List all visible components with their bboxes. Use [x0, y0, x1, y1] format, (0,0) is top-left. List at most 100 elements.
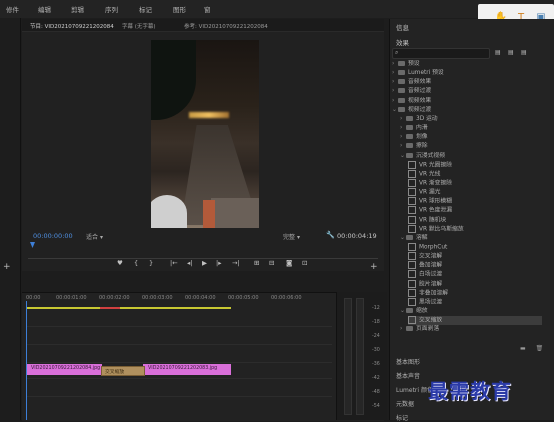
tab-captions[interactable]: 字幕 (无字幕)	[122, 22, 156, 30]
effect-item[interactable]: VR 随机块	[408, 215, 542, 225]
menu-item-graphics[interactable]: 图形	[173, 4, 186, 14]
effect-label: 内滑	[416, 125, 428, 132]
menu-item-window[interactable]: 窗	[204, 4, 211, 14]
step-forward-icon[interactable]: |▸	[216, 259, 221, 267]
effect-folder[interactable]: ⌄ 溶解	[400, 234, 542, 243]
effect-folder[interactable]: › 3D 运动	[400, 115, 542, 124]
effects-panel-title[interactable]: 效果	[396, 37, 409, 47]
effect-label: 沉浸式视频	[416, 152, 445, 159]
go-to-out-icon[interactable]: →|	[232, 259, 240, 267]
export-frame-icon[interactable]: ◙	[286, 259, 292, 267]
32bit-effects-icon[interactable]: ▤	[508, 49, 516, 56]
effect-item[interactable]: VR 球形模糊	[408, 197, 542, 206]
effect-label: 交叉溶解	[419, 253, 443, 260]
accelerated-effects-icon[interactable]: ▤	[495, 49, 503, 56]
lift-icon[interactable]: ⊞	[254, 259, 259, 267]
transition-label: 交叉缩放	[105, 370, 125, 375]
go-to-in-icon[interactable]: |←	[170, 259, 178, 267]
timeline-clip-b[interactable]: VID20210709221202083.jpg	[143, 364, 231, 375]
effects-search-input[interactable]: ⌕	[392, 48, 490, 59]
effect-folder[interactable]: ⌄ 视频过渡	[392, 106, 542, 115]
add-icon[interactable]: +	[3, 262, 11, 272]
yuv-effects-icon[interactable]: ▤	[521, 49, 529, 56]
play-icon[interactable]: ▶	[202, 259, 207, 267]
video-handle	[203, 200, 215, 228]
effect-label: 缩放	[416, 308, 428, 315]
effect-folder[interactable]: › 页面剥落	[400, 325, 542, 334]
menu-item-marker[interactable]: 标记	[139, 4, 152, 14]
marker-icon[interactable]: ♥	[117, 259, 123, 267]
effect-label: VR 随机块	[419, 217, 447, 224]
add-button-icon[interactable]: +	[370, 262, 378, 272]
transition-effect-icon	[408, 270, 416, 279]
effect-label: 视频效果	[408, 97, 432, 104]
panel-essential-graphics[interactable]: 基本图形	[396, 357, 420, 366]
effect-folder[interactable]: › 预设	[392, 60, 542, 69]
effect-folder[interactable]: › 音频效果	[392, 78, 542, 87]
cross-zoom-transition[interactable]: 交叉缩放	[101, 366, 145, 376]
effect-item[interactable]: MorphCut	[408, 243, 542, 252]
effect-label: 视频过渡	[408, 106, 432, 113]
chevron-down-icon: ▾	[99, 234, 103, 241]
quality-dropdown[interactable]: 完整 ▾	[283, 232, 300, 241]
comparison-view-icon[interactable]: ⊡	[302, 259, 307, 267]
mark-out-icon[interactable]: }	[149, 259, 153, 267]
effect-item[interactable]: VR 色度泄漏	[408, 206, 542, 215]
panel-metadata[interactable]: 元数据	[396, 399, 414, 408]
effect-folder[interactable]: › 音频过渡	[392, 87, 542, 96]
menu-item-file[interactable]: 修件	[6, 4, 19, 14]
clip-a-label: VID20210709221202084.jpg	[31, 366, 101, 371]
mark-in-icon[interactable]: {	[134, 259, 138, 267]
effect-folder[interactable]: › 划像	[400, 133, 542, 142]
new-folder-icon[interactable]: ▬	[520, 345, 526, 352]
folder-icon	[406, 308, 413, 314]
effect-item[interactable]: 白场过渡	[408, 270, 542, 279]
tab-program[interactable]: 节目: VID20210709221202084	[30, 22, 114, 30]
effect-folder[interactable]: ⌄ 缩放	[400, 307, 542, 316]
effect-folder[interactable]: › Lumetri 预设	[392, 69, 542, 78]
effect-item[interactable]: 黑场过渡	[408, 297, 542, 307]
transition-effect-icon	[408, 160, 416, 169]
effect-item[interactable]: 非叠加溶解	[408, 288, 542, 298]
transition-effect-icon	[408, 224, 416, 233]
menu-item-clip[interactable]: 剪辑	[71, 4, 84, 14]
effect-item[interactable]: VR 渐变擦除	[408, 178, 542, 188]
menu-item-edit[interactable]: 编辑	[38, 4, 51, 14]
delete-icon[interactable]: 🗑	[536, 345, 544, 352]
step-back-icon[interactable]: ◂|	[187, 259, 192, 267]
timeline-clip-a[interactable]: VID20210709221202084.jpg	[27, 364, 102, 375]
effect-folder[interactable]: › 内滑	[400, 124, 542, 133]
info-panel-title[interactable]: 信息	[396, 22, 409, 32]
effect-folder[interactable]: ⌄ 沉浸式视频	[400, 152, 542, 161]
current-timecode[interactable]: 00:00:00:00	[33, 232, 73, 240]
panel-essential-sound[interactable]: 基本声音	[396, 371, 420, 380]
folder-icon	[406, 115, 413, 121]
effect-item[interactable]: 交叉缩放	[408, 316, 542, 326]
effect-item[interactable]: VR 漏光	[408, 188, 542, 197]
fit-dropdown[interactable]: 适合 ▾	[86, 232, 103, 241]
track-divider	[26, 396, 332, 397]
effect-item[interactable]: 叠加溶解	[408, 261, 542, 270]
ruler-label: 00:00:04:00	[185, 295, 216, 301]
effect-item[interactable]: VR 默比乌斯缩放	[408, 224, 542, 234]
effect-folder[interactable]: › 视频效果	[392, 97, 542, 106]
folder-icon	[398, 79, 405, 85]
effect-item[interactable]: VR 光圈擦除	[408, 160, 542, 170]
timeline-ruler[interactable]: 00:00 00:00:01:00 00:00:02:00 00:00:03:0…	[26, 295, 332, 307]
effect-item[interactable]: 交叉溶解	[408, 252, 542, 261]
effect-label: 预设	[408, 61, 420, 67]
chevron-down-icon: ▾	[296, 234, 300, 241]
effect-folder[interactable]: › 擦除	[400, 142, 542, 151]
menu-item-sequence[interactable]: 序列	[105, 4, 118, 14]
effect-item[interactable]: 胶片溶解	[408, 279, 542, 289]
wrench-icon[interactable]: 🔧	[326, 231, 335, 239]
tab-reference[interactable]: 参考: VID20210709221202084	[184, 22, 268, 30]
timeline-playhead[interactable]	[26, 301, 27, 420]
extract-icon[interactable]: ⊟	[269, 259, 274, 267]
video-mirror	[151, 195, 187, 228]
render-bar	[27, 307, 231, 309]
monitor-time-ruler[interactable]	[28, 244, 378, 259]
meter-db-label: -42	[372, 376, 380, 381]
panel-markers[interactable]: 标记	[396, 413, 408, 422]
effect-item[interactable]: VR 光线	[408, 169, 542, 179]
